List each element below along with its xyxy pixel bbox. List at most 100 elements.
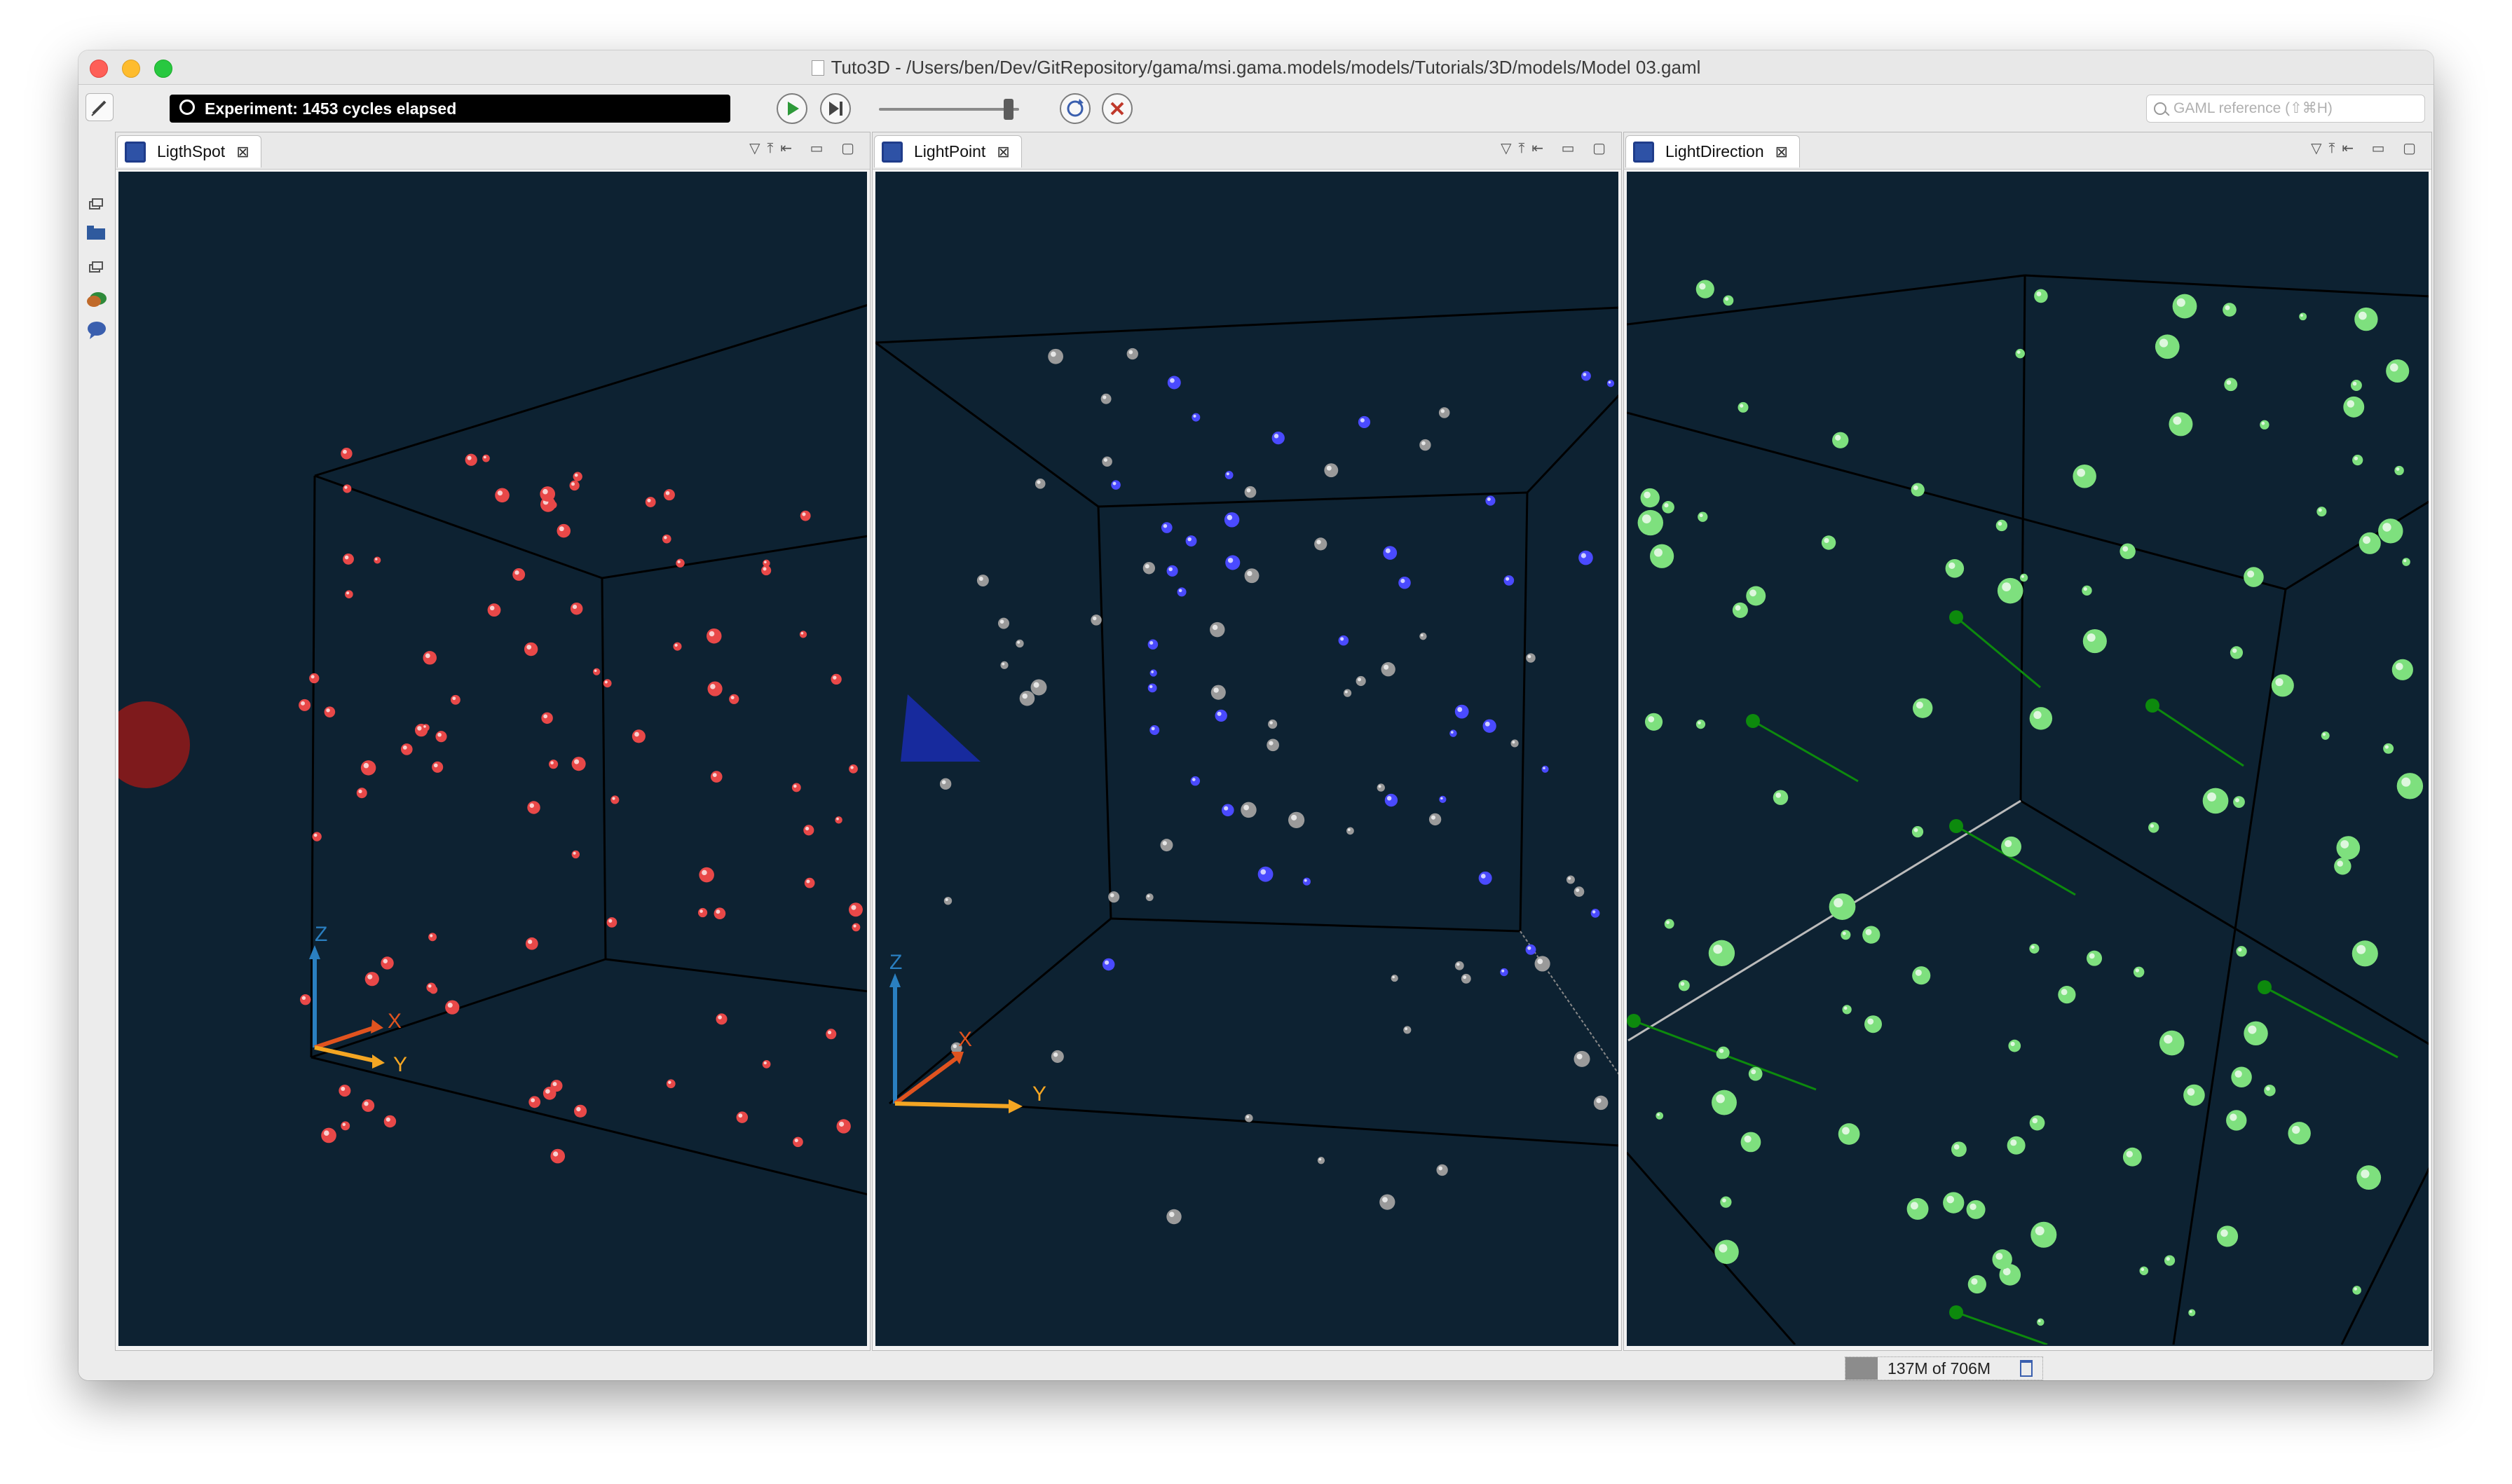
agent-sphere (2236, 946, 2247, 957)
agent-sphere (1534, 956, 1550, 972)
stop-button[interactable] (1102, 93, 1133, 124)
chat-icon[interactable] (86, 320, 107, 341)
agent-sphere (1541, 765, 1549, 773)
close-tab-icon[interactable]: ⊠ (997, 143, 1009, 160)
agent-sphere (495, 488, 510, 503)
sphere-highlight (367, 974, 373, 980)
view-menu-icons[interactable]: ▽⤒⇤ ▭ ▢ (1501, 139, 1613, 160)
sphere-highlight (853, 924, 856, 928)
sphere-highlight (428, 984, 432, 988)
agent-sphere (2226, 1110, 2247, 1131)
tab-label: LightDirection (1665, 142, 1764, 160)
agent-sphere (2394, 465, 2404, 476)
sphere-highlight (1340, 637, 1344, 641)
sphere-highlight (571, 482, 575, 486)
agent-sphere (345, 590, 353, 598)
edit-button[interactable] (86, 93, 114, 121)
sphere-highlight (1583, 373, 1587, 376)
agent-sphere (1967, 1275, 1986, 1294)
sphere-highlight (1751, 1069, 1756, 1075)
agent-sphere (1842, 1005, 1852, 1015)
sphere-highlight (1017, 640, 1020, 644)
agent-sphere (524, 642, 538, 657)
view-panel-lightdirection: LightDirection ⊠ ▽⤒⇤ ▭ ▢ (1623, 132, 2432, 1351)
sphere-highlight (433, 763, 438, 768)
agent-sphere (1526, 653, 1536, 663)
light-beam (2264, 986, 2398, 1059)
folder-icon[interactable] (86, 224, 107, 241)
sphere-highlight (1527, 946, 1531, 950)
scene-canvas[interactable] (1627, 172, 2429, 1345)
sphere-highlight (1105, 960, 1110, 965)
sphere-highlight (2225, 305, 2230, 310)
axis-label-x: X (388, 1010, 402, 1033)
scene-canvas[interactable]: Z X Y (118, 172, 867, 1345)
light-source (1949, 1305, 1963, 1319)
axes-gizmo: Z X Y (889, 951, 1046, 1113)
agent-sphere (1945, 559, 1965, 578)
sphere-highlight (1842, 931, 1846, 935)
restore-icon[interactable] (86, 261, 107, 277)
trash-icon[interactable] (2020, 1360, 2033, 1377)
gaml-search-input[interactable]: GAML reference (⇧⌘H) (2146, 95, 2425, 123)
sphere-highlight (699, 909, 703, 913)
sphere-highlight (358, 789, 362, 794)
sphere-highlight (1484, 721, 1490, 727)
scene-3d[interactable]: Z X Y (875, 172, 1618, 1346)
sphere-highlight (1260, 869, 1267, 875)
agent-sphere (381, 956, 394, 970)
tab-ligthspot[interactable]: LigthSpot ⊠ (117, 135, 261, 167)
view-menu-icons[interactable]: ▽⤒⇤ ▭ ▢ (749, 139, 861, 160)
console-icon[interactable] (86, 290, 107, 311)
agent-sphere (1740, 1132, 1761, 1153)
agent-sphere (2260, 420, 2269, 430)
run-button[interactable] (777, 93, 807, 124)
sphere-highlight (1735, 605, 1741, 611)
sphere-highlight (2010, 1041, 2015, 1047)
scene-3d[interactable] (1627, 172, 2429, 1346)
sphere-highlight (978, 577, 983, 581)
sphere-highlight (1648, 716, 1655, 722)
sphere-highlight (1170, 378, 1175, 383)
tab-lightdirection[interactable]: LightDirection ⊠ (1625, 135, 1801, 167)
sphere-highlight (344, 555, 349, 560)
restore-icon[interactable] (86, 198, 107, 214)
light-spot-icon (118, 701, 190, 788)
sphere-highlight (529, 803, 535, 808)
agent-sphere (835, 816, 842, 824)
agent-sphere (1149, 669, 1157, 677)
sphere-highlight (1269, 721, 1273, 724)
agent-sphere (697, 907, 708, 918)
panel-tab-row: LightDirection ⊠ ▽⤒⇤ ▭ ▢ (1624, 132, 2431, 170)
agent-sphere (1841, 930, 1851, 940)
sphere-highlight (430, 934, 433, 937)
sphere-highlight (1151, 671, 1154, 673)
scene-canvas[interactable]: Z X Y (875, 172, 1618, 1345)
agent-sphere (1650, 544, 1674, 568)
sphere-highlight (1713, 944, 1723, 954)
agent-sphere (2336, 836, 2361, 860)
speed-slider-thumb[interactable] (1004, 99, 1013, 120)
reload-icon (1067, 99, 1084, 117)
agent-sphere (2082, 628, 2107, 654)
memory-indicator[interactable]: 137M of 706M (1845, 1356, 2044, 1380)
close-tab-icon[interactable]: ⊠ (1775, 143, 1788, 160)
view-menu-icons[interactable]: ▽⤒⇤ ▭ ▢ (2311, 139, 2423, 160)
sphere-highlight (342, 1122, 346, 1127)
status-line: 137M of 706M (78, 1352, 2434, 1380)
sphere-highlight (2016, 350, 2021, 354)
tab-lightpoint[interactable]: LightPoint ⊠ (874, 135, 1022, 167)
speed-slider-track[interactable] (879, 108, 1019, 111)
sphere-highlight (1680, 982, 1685, 986)
agent-sphere (512, 568, 526, 581)
agent-sphere (1166, 565, 1178, 577)
pencil-icon (91, 100, 107, 116)
sphere-highlight (730, 696, 735, 700)
scene-3d[interactable]: Z X Y (118, 172, 867, 1346)
step-button[interactable] (820, 93, 851, 124)
reload-button[interactable] (1060, 93, 1091, 124)
sphere-highlight (528, 940, 533, 944)
sphere-highlight (574, 473, 578, 477)
close-tab-icon[interactable]: ⊠ (236, 143, 249, 160)
panel-tab-row: LightPoint ⊠ ▽⤒⇤ ▭ ▢ (873, 132, 1621, 170)
